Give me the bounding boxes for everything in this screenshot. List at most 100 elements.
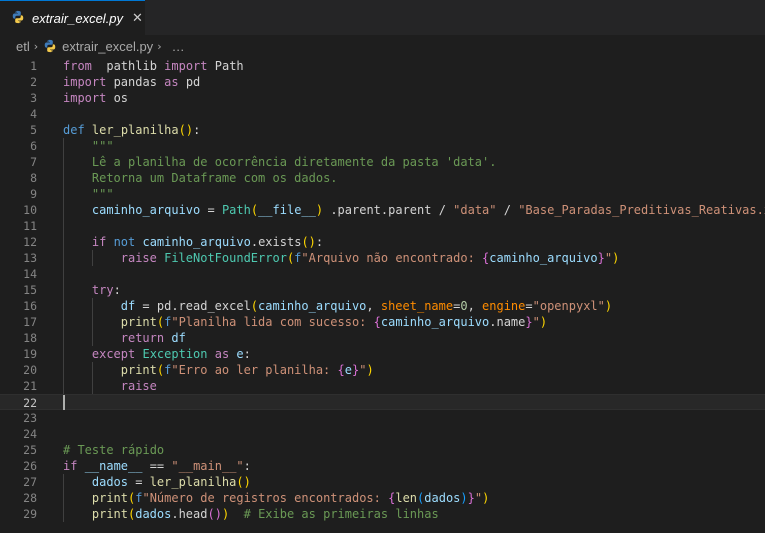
code-line[interactable]: 13 raise FileNotFoundError(f"Arquivo não … xyxy=(0,250,765,266)
code-token: ) xyxy=(366,363,374,377)
code-line[interactable]: 1 from pathlib import Path xyxy=(0,58,765,74)
code-line[interactable]: 26 if __name__ == "__main__": xyxy=(0,458,765,474)
code-token: () xyxy=(178,123,194,137)
code-text: except Exception as e: xyxy=(92,346,251,362)
code-token: : xyxy=(243,347,251,361)
indent-guide xyxy=(91,330,93,346)
code-line[interactable]: 27 dados = ler_planilha() xyxy=(0,474,765,490)
code-line[interactable]: 4 xyxy=(0,106,765,122)
code-text: # Teste rápido xyxy=(63,442,164,458)
code-text: raise FileNotFoundError(f"Arquivo não en… xyxy=(121,250,620,266)
code-token: __file__ xyxy=(258,203,316,217)
close-icon[interactable]: ✕ xyxy=(132,11,143,26)
code-line[interactable]: 17 print(f"Planilha lida com sucesso: {ca… xyxy=(0,314,765,330)
code-token: .head xyxy=(171,507,208,521)
code-token: , xyxy=(467,299,483,313)
line-number: 20 xyxy=(23,363,37,377)
chevron-right-icon: › xyxy=(33,39,39,53)
indent-guide xyxy=(63,250,64,266)
line-number: 24 xyxy=(23,427,37,441)
line-number: 26 xyxy=(23,459,37,473)
code-line[interactable]: 11 xyxy=(0,218,765,234)
code-text: """ xyxy=(92,138,114,154)
code-token: as xyxy=(214,347,230,361)
code-line[interactable]: 18 return df xyxy=(0,330,765,346)
code-token: : xyxy=(113,283,121,297)
code-token: caminho_arquivo xyxy=(142,235,251,249)
code-line[interactable]: 12 if not caminho_arquivo.exists(): xyxy=(0,234,765,250)
line-number: 22 xyxy=(23,396,37,410)
code-text: print(dados.head()) # Exibe as primeiras… xyxy=(92,506,439,522)
code-token: pathlib xyxy=(91,59,165,73)
code-editor[interactable]: 1 from pathlib import Path 2 import pandas … xyxy=(0,58,765,522)
code-line[interactable]: 5 def ler_planilha(): xyxy=(0,122,765,138)
code-token: caminho_arquivo xyxy=(489,251,598,265)
indent-guide xyxy=(63,154,64,170)
code-line[interactable]: 8 Retorna um Dataframe com os dados. xyxy=(0,170,765,186)
code-line[interactable]: 22 xyxy=(0,394,765,410)
code-token: .exists xyxy=(250,235,302,249)
code-token: pandas xyxy=(106,75,165,89)
code-line[interactable]: 15 try: xyxy=(0,282,765,298)
code-token: () xyxy=(301,235,316,249)
code-line[interactable]: 24 xyxy=(0,426,765,442)
line-number: 14 xyxy=(23,267,37,281)
indent-guide xyxy=(63,362,64,378)
code-token: import xyxy=(63,75,107,89)
code-text: caminho_arquivo = Path(__file__) .parent… xyxy=(92,202,765,218)
code-line[interactable]: 14 xyxy=(0,266,765,282)
code-line[interactable]: 6 """ xyxy=(0,138,765,154)
breadcrumb-file[interactable]: extrair_excel.py xyxy=(62,39,153,54)
code-token: == xyxy=(142,459,172,473)
code-token: "Base_Paradas_Preditivas_Reativas.xlsx" xyxy=(518,203,765,217)
line-number: 25 xyxy=(23,443,37,457)
code-token: raise xyxy=(120,251,157,265)
code-token: ) xyxy=(604,299,613,313)
code-line[interactable]: 25 # Teste rápido xyxy=(0,442,765,458)
code-text: def ler_planilha(): xyxy=(63,122,200,138)
code-token: """ xyxy=(91,187,114,201)
code-line[interactable]: 10 caminho_arquivo = Path(__file__) .pare… xyxy=(0,202,765,218)
code-text: return df xyxy=(121,330,186,346)
code-line[interactable]: 9 """ xyxy=(0,186,765,202)
code-token: e xyxy=(344,363,352,377)
code-token: ) xyxy=(460,491,468,505)
line-number: 18 xyxy=(23,331,37,345)
code-line[interactable]: 21 raise xyxy=(0,378,765,394)
code-line[interactable]: 19 except Exception as e: xyxy=(0,346,765,362)
chevron-right-icon: › xyxy=(157,39,162,53)
code-token: Lê a planilha de ocorrência diretamente … xyxy=(91,155,497,169)
code-token: : xyxy=(243,459,251,473)
code-text: print(f"Planilha lida com sucesso: {cami… xyxy=(121,314,547,330)
indent-guide xyxy=(91,362,93,378)
indent-guide xyxy=(63,218,64,234)
code-line[interactable]: 3 import os xyxy=(0,90,765,106)
code-token: # Exibe as primeiras linhas xyxy=(243,507,439,521)
tab-bar: extrair_excel.py ✕ xyxy=(0,0,765,35)
line-number: 5 xyxy=(30,123,37,137)
code-token: ) xyxy=(539,315,548,329)
code-line[interactable]: 16 df = pd.read_excel(caminho_arquivo, sh… xyxy=(0,298,765,314)
code-text: print(f"Erro ao ler planilha: {e}") xyxy=(121,362,374,378)
code-line[interactable]: 2 import pandas as pd xyxy=(0,74,765,90)
code-line[interactable]: 20 print(f"Erro ao ler planilha: {e}") xyxy=(0,362,765,378)
line-number: 10 xyxy=(23,203,37,217)
indent-guide xyxy=(63,202,64,218)
code-line[interactable]: 28 print(f"Número de registros encontrado… xyxy=(0,490,765,506)
code-token: pd xyxy=(178,75,201,89)
breadcrumb-folder[interactable]: etl xyxy=(16,39,30,54)
line-number: 29 xyxy=(23,507,37,521)
indent-guide xyxy=(63,298,64,314)
code-line[interactable]: 23 xyxy=(0,410,765,426)
line-number: 27 xyxy=(23,475,37,489)
tab-extrair-excel[interactable]: extrair_excel.py ✕ xyxy=(0,0,145,35)
code-token: "Planilha lida com sucesso: xyxy=(171,315,374,329)
code-line[interactable]: 7 Lê a planilha de ocorrência diretamente… xyxy=(0,154,765,170)
code-line[interactable]: 29 print(dados.head()) # Exibe as primeir… xyxy=(0,506,765,522)
breadcrumb-more[interactable]: … xyxy=(172,39,185,54)
code-token: "Erro ao ler planilha: xyxy=(171,363,338,377)
indent-guide xyxy=(63,490,64,506)
indent-guide xyxy=(91,250,93,266)
